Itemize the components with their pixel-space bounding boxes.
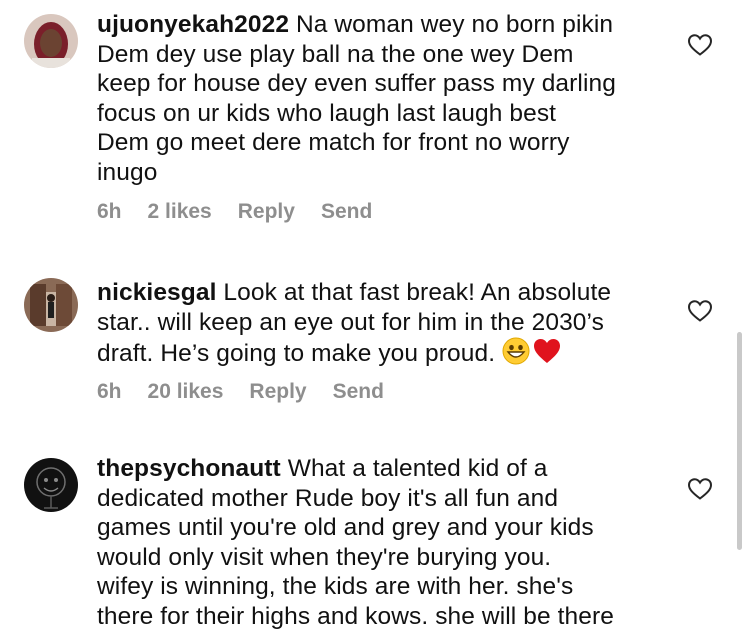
comment-line: Look at that fast break! An absolute	[216, 279, 612, 306]
heart-outline-icon[interactable]	[687, 33, 713, 57]
comment-line: wifey is winning, the kids are with her.…	[97, 573, 574, 600]
comment-line: games until you're old and grey and your…	[97, 514, 594, 541]
comment-line: Dem go meet dere match for front no worr…	[97, 129, 570, 156]
comment-line: keep for house dey even suffer pass my d…	[97, 70, 616, 97]
comment-username[interactable]: ujuonyekah2022	[97, 11, 289, 38]
comment-line: Dem dey use play ball na the one wey Dem	[97, 40, 574, 68]
comments-feed: ujuonyekah2022 Na woman wey no born piki…	[0, 0, 750, 630]
comment-line: would only visit when they're burying yo…	[97, 543, 552, 571]
send-button[interactable]: Send	[333, 380, 384, 404]
comment-line: Na woman wey no born pikin	[289, 11, 614, 38]
avatar[interactable]	[24, 278, 78, 332]
reply-button[interactable]: Reply	[238, 200, 295, 224]
comment-text: nickiesgal Look at that fast break! An a…	[97, 278, 657, 369]
send-button[interactable]: Send	[321, 200, 372, 224]
comment-line: dedicated mother Rude boy it's all fun a…	[97, 484, 559, 512]
comment-text: thepsychonautt What a talented kid of a …	[97, 454, 657, 630]
comment-text: ujuonyekah2022 Na woman wey no born piki…	[97, 10, 657, 187]
avatar[interactable]	[24, 458, 78, 512]
avatar[interactable]	[24, 14, 78, 68]
likes-count[interactable]: 2 likes	[148, 200, 212, 224]
comment-line: star.. will keep an eye out for him in t…	[97, 308, 604, 336]
comment-line: focus on ur kids who laugh last laugh be…	[97, 99, 557, 127]
heart-outline-icon[interactable]	[687, 299, 713, 323]
comment-time: 6h	[97, 200, 122, 223]
likes-count[interactable]: 20 likes	[148, 380, 224, 404]
comment-meta: 6h 20 likes Reply Send	[97, 380, 410, 404]
comment-username[interactable]: thepsychonautt	[97, 455, 281, 482]
scrollbar[interactable]	[737, 332, 742, 550]
comment-username[interactable]: nickiesgal	[97, 279, 216, 306]
reply-button[interactable]: Reply	[249, 380, 306, 404]
comment-time: 6h	[97, 380, 122, 403]
heart-outline-icon[interactable]	[687, 477, 713, 501]
grinning-face-emoji	[502, 337, 530, 365]
comment-line: inugo	[97, 158, 158, 186]
comment-line: there for their highs and kows. she will…	[97, 602, 614, 630]
comment-meta: 6h 2 likes Reply Send	[97, 200, 398, 224]
comment-line: What a talented kid of a	[280, 455, 548, 482]
red-heart-emoji	[534, 339, 561, 363]
comment-line: draft. He’s going to make you proud.	[97, 340, 503, 367]
